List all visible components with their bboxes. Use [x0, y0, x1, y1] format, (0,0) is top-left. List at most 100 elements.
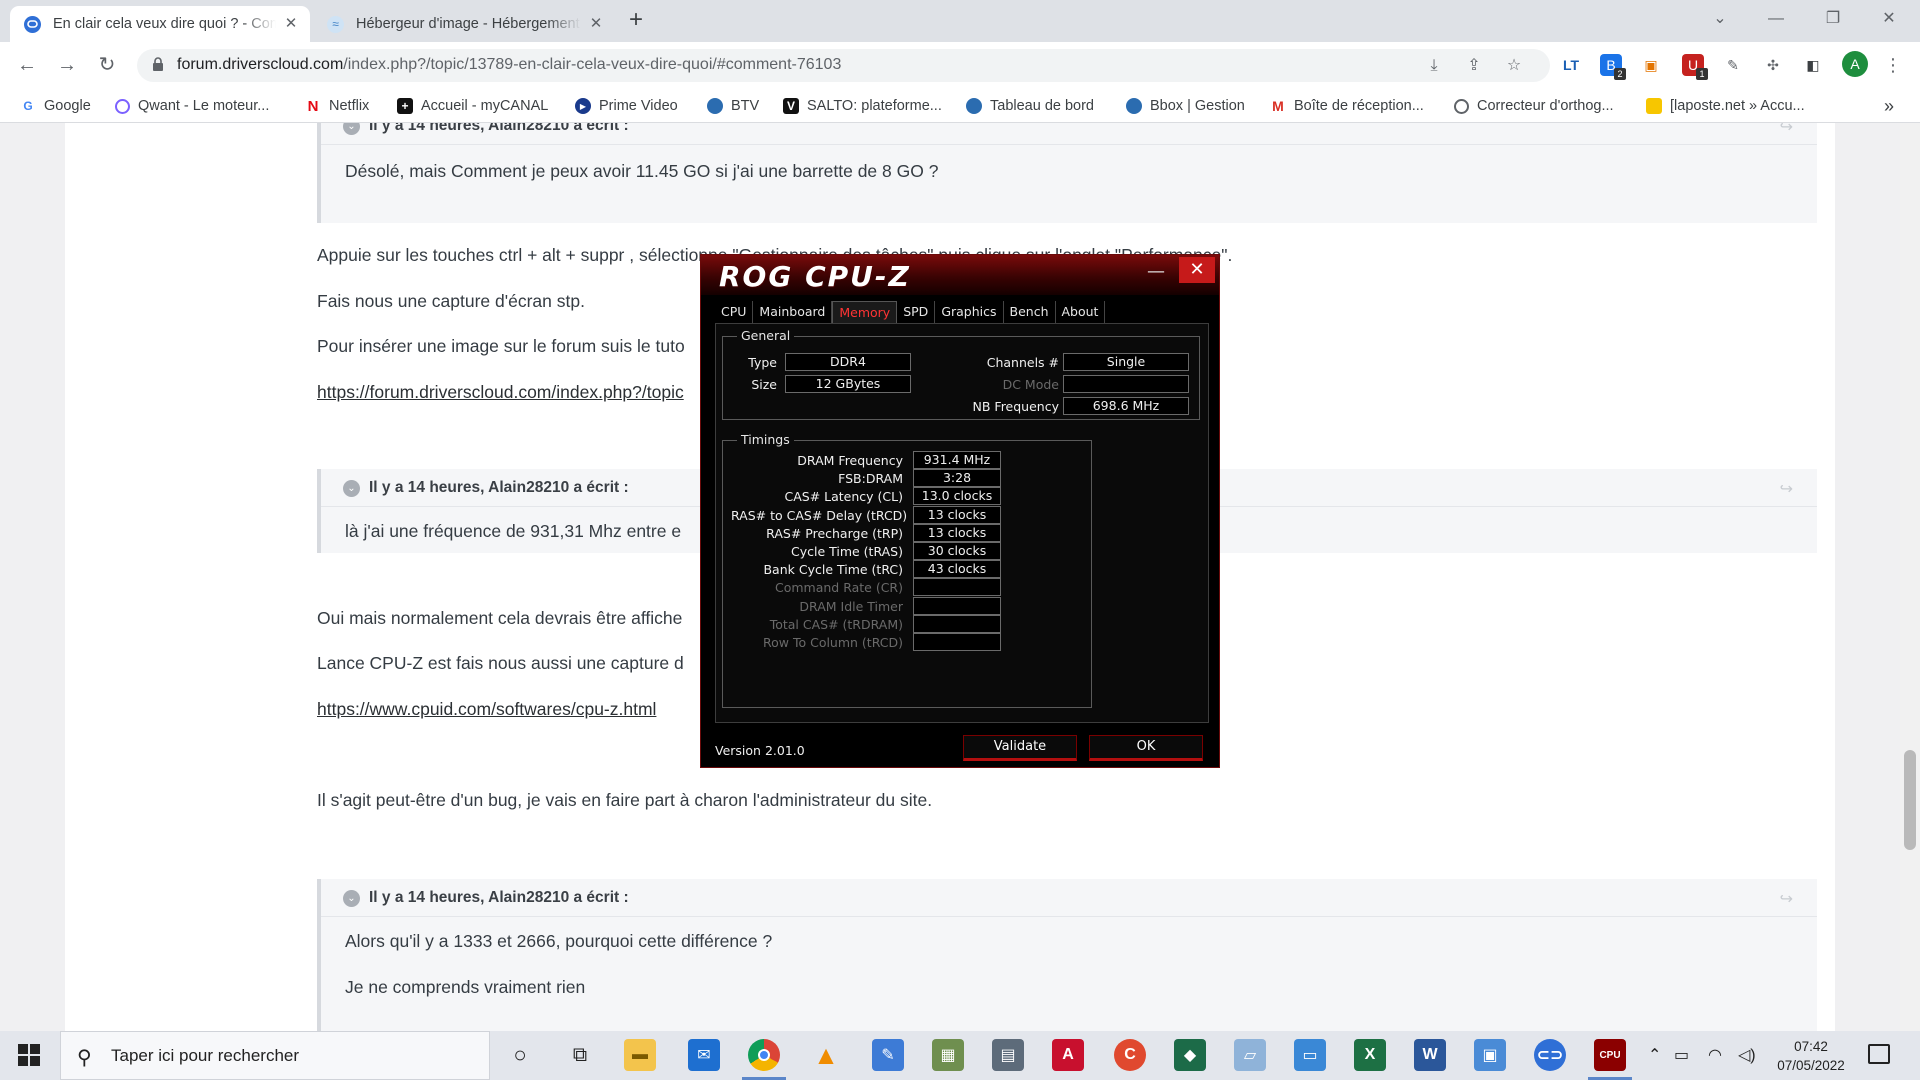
tab-memory[interactable]: Memory	[832, 301, 898, 323]
more-bookmarks-button[interactable]: »	[1884, 95, 1894, 117]
share-quote-icon[interactable]: ↪	[1780, 123, 1793, 137]
new-tab-button[interactable]: +	[622, 7, 650, 35]
tab-search-chevron-icon[interactable]: ⌄	[1697, 4, 1743, 34]
bookmark-label: Qwant - Le moteur...	[138, 98, 270, 114]
extension-lt-icon[interactable]: LT	[1560, 54, 1582, 76]
tab-image-host[interactable]: ≈ Hébergeur d'image - Hébergement gratui…	[313, 6, 615, 42]
close-tab-icon[interactable]: ✕	[282, 15, 300, 33]
chrome-icon[interactable]	[748, 1039, 780, 1071]
bookmark-tableau-de-bord[interactable]: Tableau de bord	[966, 95, 1094, 117]
tab-cpu[interactable]: CPU	[715, 301, 754, 323]
post-paragraph: Lance CPU-Z est fais nous aussi une capt…	[317, 653, 684, 673]
acrobat-icon[interactable]: A	[1052, 1039, 1084, 1071]
install-app-icon[interactable]: ⤓	[1424, 56, 1444, 76]
side-panel-icon[interactable]: ◧	[1802, 54, 1824, 76]
collapse-chevron-icon[interactable]: ⌄	[343, 123, 360, 135]
bookmark-label: Bbox | Gestion	[1150, 98, 1245, 114]
taskbar-search-box[interactable]: ⚲ Taper ici pour rechercher	[60, 1031, 490, 1080]
browser-menu-icon[interactable]: ⋮	[1882, 54, 1904, 76]
bookmark-correcteur[interactable]: Correcteur d'orthog...	[1454, 95, 1614, 117]
minimize-window-button[interactable]: —	[1753, 4, 1799, 34]
url-text[interactable]: forum.driverscloud.com/index.php?/topic/…	[177, 56, 841, 74]
extension-shield-icon[interactable]: U1	[1682, 54, 1708, 80]
bookmark-google[interactable]: G Google	[20, 95, 90, 117]
battery-icon[interactable]: ▭	[1674, 1045, 1689, 1065]
bookmark-btv[interactable]: BTV	[707, 95, 759, 117]
cortana-icon[interactable]: ○	[504, 1039, 536, 1071]
bookmark-gmail[interactable]: M Boîte de réception...	[1270, 95, 1424, 117]
forward-arrow-icon[interactable]: →	[52, 50, 82, 80]
bookmark-qwant[interactable]: Qwant - Le moteur...	[115, 95, 269, 117]
volume-icon[interactable]: ◁)	[1738, 1045, 1756, 1065]
bookmark-label: Netflix	[329, 98, 370, 114]
extension-pen-icon[interactable]: ✎	[1722, 54, 1744, 76]
restore-window-button[interactable]: ❐	[1810, 4, 1856, 34]
rog-cpuz-taskbar-icon[interactable]: CPU	[1594, 1039, 1626, 1071]
collapse-chevron-icon[interactable]: ⌄	[343, 480, 360, 497]
notifications-icon[interactable]	[1868, 1044, 1890, 1064]
bookmark-prime-video[interactable]: ▶ Prime Video	[575, 95, 678, 117]
tab-graphics[interactable]: Graphics	[935, 301, 1004, 323]
bookmark-laposte[interactable]: [laposte.net » Accu...	[1646, 95, 1805, 117]
bookmark-label: Tableau de bord	[990, 98, 1094, 114]
extension-blue-icon[interactable]: B2	[1600, 54, 1626, 80]
tutorial-link[interactable]: https://forum.driverscloud.com/index.php…	[317, 382, 684, 403]
start-button[interactable]	[0, 1031, 58, 1080]
share-quote-icon[interactable]: ↪	[1780, 479, 1793, 499]
driverscloud-taskbar-icon[interactable]: ⊂⊃	[1534, 1039, 1566, 1071]
screen-capture-icon[interactable]: ▭	[1294, 1039, 1326, 1071]
vlc-icon[interactable]: ▲	[810, 1039, 842, 1071]
close-tab-icon[interactable]: ✕	[587, 15, 605, 33]
tab-spd[interactable]: SPD	[897, 301, 936, 323]
show-hidden-icons-chevron-icon[interactable]: ⌃	[1648, 1045, 1661, 1065]
share-icon[interactable]: ⇪	[1464, 56, 1484, 76]
extension-cast-icon[interactable]: ▣	[1640, 54, 1662, 76]
channels-label: Channels #	[986, 355, 1059, 370]
share-quote-icon[interactable]: ↪	[1780, 889, 1793, 909]
cpuz-minimize-button[interactable]: —	[1143, 261, 1169, 285]
reload-icon[interactable]: ↻	[92, 50, 122, 80]
system-clock[interactable]: 07:42 07/05/2022	[1766, 1037, 1856, 1075]
control-panel-icon[interactable]: ▦	[932, 1039, 964, 1071]
file-explorer-icon[interactable]: ▬	[624, 1039, 656, 1071]
bookmark-netflix[interactable]: N Netflix	[305, 95, 370, 117]
address-bar[interactable]: forum.driverscloud.com/index.php?/topic/…	[137, 49, 1550, 82]
mail-icon[interactable]: ✉	[688, 1039, 720, 1071]
wifi-icon[interactable]: ◠	[1708, 1045, 1722, 1065]
quote-block: ⌄ Il y a 14 heures, Alain28210 a écrit :…	[317, 879, 1817, 1031]
calculator-icon[interactable]: ▤	[992, 1039, 1024, 1071]
cpuz-titlebar[interactable]: ROG CPU-Z — ✕	[701, 255, 1219, 295]
validate-button[interactable]: Validate	[963, 735, 1077, 761]
notes-icon[interactable]: ▱	[1234, 1039, 1266, 1071]
profile-avatar[interactable]: A	[1842, 51, 1868, 77]
bookmark-star-icon[interactable]: ☆	[1504, 56, 1524, 76]
ok-button[interactable]: OK	[1089, 735, 1203, 761]
extensions-puzzle-icon[interactable]: ✣	[1762, 54, 1784, 76]
bookmark-mycanal[interactable]: + Accueil - myCANAL	[397, 95, 548, 117]
close-window-button[interactable]: ✕	[1866, 4, 1912, 34]
paint-icon[interactable]: ✎	[872, 1039, 904, 1071]
timing-value	[913, 614, 1001, 633]
bookmark-salto[interactable]: V SALTO: plateforme...	[783, 95, 942, 117]
tab-bench[interactable]: Bench	[1004, 301, 1056, 323]
tab-forum[interactable]: En clair cela veux dire quoi ? - Communa…	[10, 6, 310, 42]
game-icon[interactable]: ◆	[1174, 1039, 1206, 1071]
bookmark-bbox[interactable]: Bbox | Gestion	[1126, 95, 1245, 117]
cpuid-link[interactable]: https://www.cpuid.com/softwares/cpu-z.ht…	[317, 699, 656, 720]
timing-label: RAS# to CAS# Delay (tRCD)	[731, 507, 908, 523]
network-settings-icon[interactable]: ▣	[1474, 1039, 1506, 1071]
tab-about[interactable]: About	[1056, 301, 1106, 323]
timing-label: Cycle Time (tRAS)	[790, 544, 903, 559]
excel-icon[interactable]: X	[1354, 1039, 1386, 1071]
tab-mainboard[interactable]: Mainboard	[753, 301, 833, 323]
page-scrollbar[interactable]	[1900, 123, 1920, 1031]
word-icon[interactable]: W	[1414, 1039, 1446, 1071]
timing-value: 931.4 MHz	[913, 451, 1001, 469]
ccleaner-icon[interactable]: C	[1114, 1039, 1146, 1071]
cpuz-close-button[interactable]: ✕	[1179, 257, 1215, 283]
scrollbar-thumb[interactable]	[1904, 750, 1916, 850]
timing-value	[913, 578, 1001, 597]
task-view-icon[interactable]: ⧉	[564, 1039, 596, 1071]
collapse-chevron-icon[interactable]: ⌄	[343, 890, 360, 907]
back-arrow-icon[interactable]: ←	[12, 50, 42, 80]
